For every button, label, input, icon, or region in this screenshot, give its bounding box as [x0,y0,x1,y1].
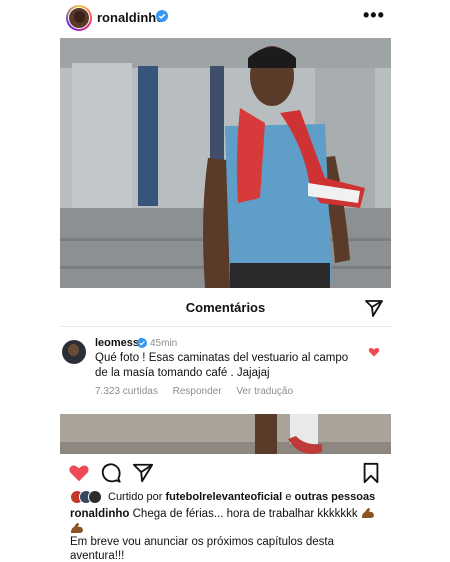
heart-icon[interactable] [68,462,90,484]
paper-plane-icon[interactable] [132,462,154,484]
comments-sheet: Comentários leomessi 45min Qué foto ! Es… [60,288,391,410]
liked-by-joiner: e [285,491,292,503]
verified-badge-icon [137,338,147,348]
heart-icon[interactable] [368,346,380,358]
comment-username[interactable]: leomessi [95,337,142,349]
post-header: ronaldinho ••• [0,0,450,34]
verified-badge-icon [156,10,168,22]
comments-title: Comentários [185,300,266,315]
photo-illustration [60,38,391,288]
post-caption: ronaldinho Chega de férias... hora de tr… [70,507,390,537]
post-photo[interactable] [60,38,391,288]
speech-bubble-icon[interactable] [100,462,122,484]
caption-continuation: Em breve vou anunciar os próximos capítu… [70,536,334,562]
paper-plane-icon[interactable] [364,298,384,318]
reply-button[interactable]: Responder [173,386,222,397]
avatar [88,490,102,504]
caption-username[interactable]: ronaldinho [70,508,129,520]
post-actions [60,458,391,486]
comment-time: 45min [150,338,178,349]
avatar-image [68,7,90,29]
comment-likes[interactable]: 7.323 curtidas [95,386,158,397]
post-username[interactable]: ronaldinho [97,10,164,25]
post-photo-continued[interactable] [60,414,391,454]
translate-button[interactable]: Ver tradução [236,386,293,397]
comment-text: Qué foto ! Esas caminatas del vestuario … [95,352,349,379]
divider [60,326,391,327]
flexed-biceps-emoji [71,523,83,533]
liked-by-others[interactable]: outras pessoas [295,491,376,503]
comment-meta: 7.323 curtidas Responder Ver tradução [95,386,305,397]
flexed-biceps-emoji [361,508,374,518]
comment-avatar[interactable] [62,340,86,364]
caption-text: Chega de férias... hora de trabalhar kkk… [132,508,358,520]
bookmark-icon[interactable] [360,462,382,484]
avatar[interactable] [66,5,92,31]
photo-illustration [60,414,391,454]
liked-by-avatars[interactable] [70,490,106,504]
liked-by-text: Curtido por futebolrelevanteoficial e ou… [108,491,375,503]
liked-by-prefix: Curtido por [108,491,163,503]
liked-by-user[interactable]: futebolrelevanteoficial [165,491,282,503]
more-options-icon[interactable]: ••• [363,6,385,24]
